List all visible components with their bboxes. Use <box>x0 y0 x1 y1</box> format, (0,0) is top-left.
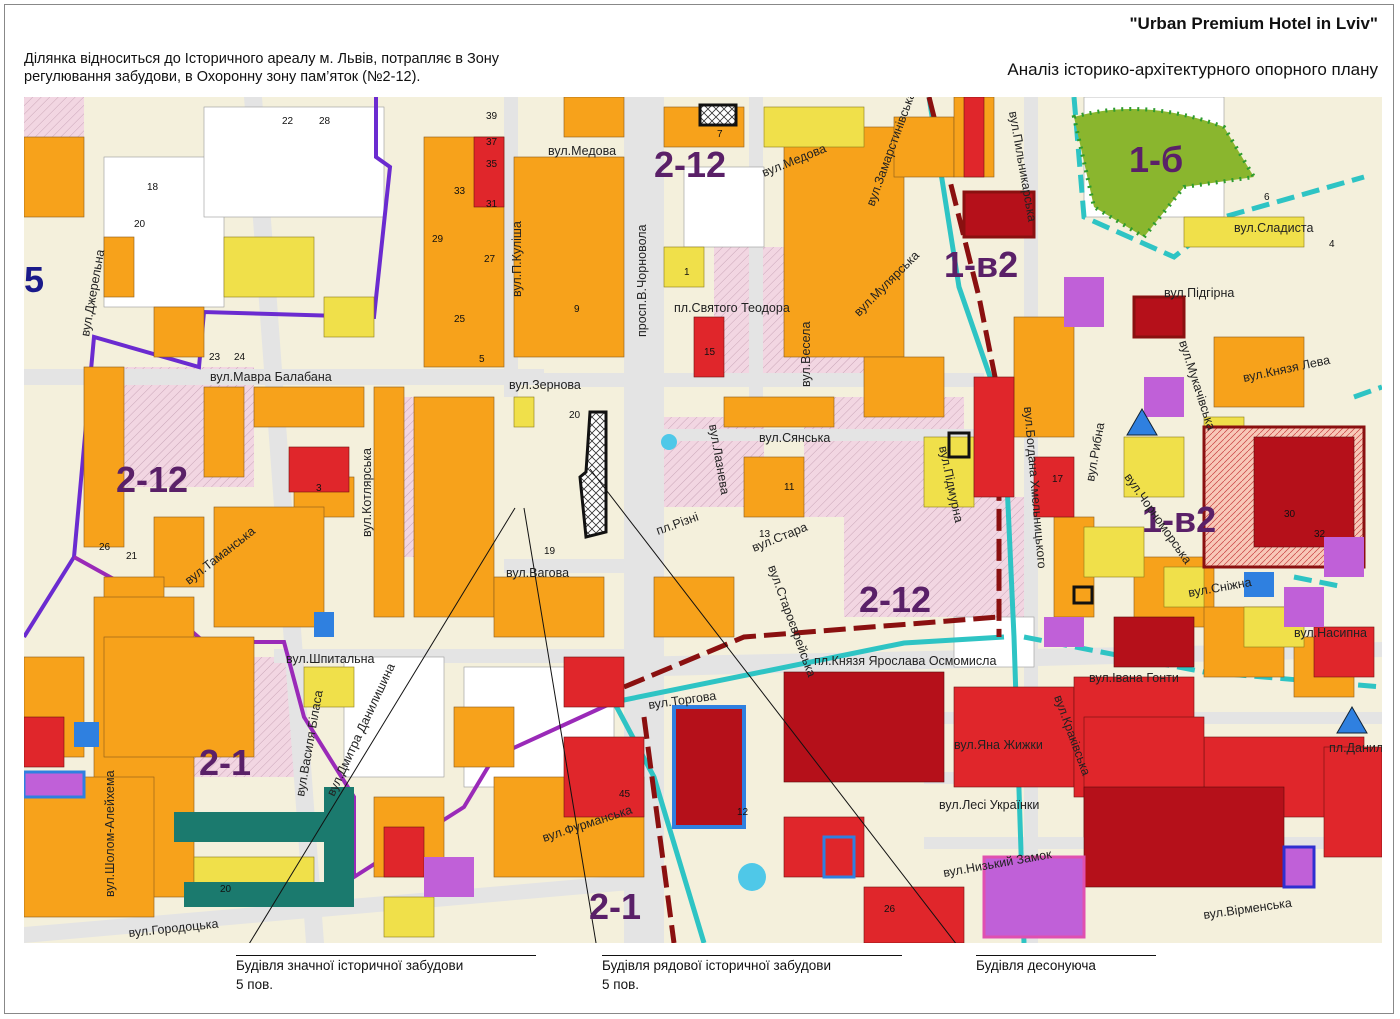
building-number: 39 <box>486 111 498 122</box>
building-number: 15 <box>704 347 716 358</box>
building-number: 20 <box>569 410 581 421</box>
street-label: пл.Святого Теодора <box>674 301 790 315</box>
street-label: вул.Підгірна <box>1164 286 1234 300</box>
building-number: 31 <box>486 199 498 210</box>
building-number: 30 <box>1284 509 1296 520</box>
building-number: 7 <box>717 129 723 140</box>
street-label: вул.Насипна <box>1294 626 1367 640</box>
building-number: 32 <box>1314 529 1326 540</box>
building-number: 17 <box>1052 474 1064 485</box>
street-label: вул.Вагова <box>506 566 569 580</box>
building-number: 9 <box>574 304 580 315</box>
street-label: вул.Рибна <box>1083 422 1107 483</box>
street-label: вул.Івана Гонти <box>1089 671 1179 685</box>
analysis-subtitle: Аналіз історико-архітектурного опорного … <box>1007 60 1378 79</box>
building-number: 12 <box>737 807 749 818</box>
building-number: 23 <box>209 352 221 363</box>
street-label: вул.Сянська <box>759 431 830 445</box>
building-number: 3 <box>316 483 322 494</box>
building-number: 24 <box>234 352 246 363</box>
street-label: вул.П.Куліша <box>510 221 524 297</box>
zone-label: 2-12 <box>654 144 726 185</box>
building-number: 11 <box>784 482 795 493</box>
building-number: 37 <box>486 137 498 148</box>
building-number: 5 <box>479 354 485 365</box>
building-number: 19 <box>544 546 556 557</box>
callout-significant-line1: Будівля значної історичної забудови <box>236 955 536 975</box>
building-number: 1 <box>684 267 690 278</box>
building-number: 25 <box>454 314 466 325</box>
street-label: вул.Сладиста <box>1234 221 1313 235</box>
building-number: 27 <box>484 254 496 265</box>
map-canvas: 2-12 2-12 2-12 1-в2 1-в2 1-б 2-1 2-1 5 в… <box>24 97 1382 943</box>
zone-label: 1-б <box>1129 139 1183 180</box>
zone-label: 1-в2 <box>944 244 1018 285</box>
building-number: 28 <box>319 116 331 127</box>
building-number: 21 <box>126 551 138 562</box>
street-label: пл.Князя Ярослава Осмомисла <box>814 654 996 668</box>
building-number: 18 <box>147 182 159 193</box>
building-number: 20 <box>134 219 146 230</box>
street-label: вул.Вірменська <box>1202 896 1292 922</box>
building-number: 4 <box>1329 239 1335 250</box>
callout-dissonant-line1: Будівля десонуюча <box>976 955 1156 975</box>
street-label: просп.В.Чорновола <box>635 224 649 337</box>
building-number: 22 <box>282 116 294 127</box>
street-label: вул.Медова <box>548 144 616 158</box>
building-number: 13 <box>759 529 771 540</box>
building-number: 33 <box>454 186 466 197</box>
building-number: 6 <box>1264 192 1270 203</box>
building-number: 20 <box>220 884 232 895</box>
street-label: вул.Шолом-Алейхема <box>103 770 117 897</box>
site-note: Ділянка відноситься до Історичного ареал… <box>24 50 584 86</box>
callout-ordinary-line2: 5 пов. <box>602 977 639 992</box>
street-label: вул.Котлярська <box>360 448 374 537</box>
historic-plan-map[interactable]: 2-12 2-12 2-12 1-в2 1-в2 1-б 2-1 2-1 5 в… <box>24 97 1382 943</box>
callout-significant: Будівля значної історичної забудови 5 по… <box>236 955 536 994</box>
zone-label: 2-1 <box>199 742 251 783</box>
building-number: 29 <box>432 234 444 245</box>
callout-dissonant: Будівля десонуюча <box>976 955 1156 975</box>
zone-label: 2-1 <box>589 886 641 927</box>
callout-significant-line2: 5 пов. <box>236 977 273 992</box>
project-title: "Urban Premium Hotel in Lviv" <box>1129 14 1378 33</box>
street-label: вул.Лесі Українки <box>939 798 1039 812</box>
site-note-line1: Ділянка відноситься до Історичного ареал… <box>24 51 500 67</box>
callout-ordinary-line1: Будівля рядової історичної забудови <box>602 955 902 975</box>
street-label: вул.Джерельна <box>78 248 107 337</box>
zone-label: 5 <box>24 259 44 300</box>
street-label: вул.Шпитальна <box>286 652 375 666</box>
building-number: 26 <box>884 904 896 915</box>
building-number: 26 <box>99 542 111 553</box>
site-note-line2: регулювання забудови, в Охоронну зону па… <box>24 69 421 85</box>
street-label: вул.Яна Жижки <box>954 738 1043 752</box>
street-label: вул.Весела <box>799 322 813 387</box>
street-label: вул.Зернова <box>509 378 581 392</box>
street-label: пл.Данила <box>1329 741 1382 755</box>
callout-ordinary: Будівля рядової історичної забудови 5 по… <box>602 955 902 994</box>
zone-label: 2-12 <box>116 459 188 500</box>
zone-label: 2-12 <box>859 579 931 620</box>
street-label: вул.Мавра Балабана <box>210 370 332 384</box>
building-number: 35 <box>486 159 498 170</box>
building-number: 45 <box>619 789 631 800</box>
